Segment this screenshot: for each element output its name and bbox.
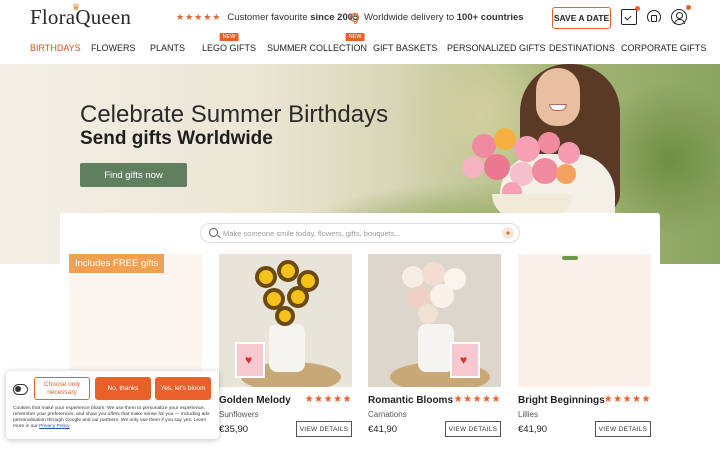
hero-title: Celebrate Summer Birthdays bbox=[80, 101, 389, 128]
nav-destinations[interactable]: DESTINATIONS bbox=[549, 43, 615, 53]
search-bar[interactable]: ✦ bbox=[200, 223, 520, 243]
product-vase bbox=[418, 324, 454, 372]
nav-corporate-gifts[interactable]: CORPORATE GIFTS bbox=[621, 43, 706, 53]
nav-summer-collection[interactable]: SUMMER COLLECTION NEW bbox=[267, 33, 367, 53]
nav-birthdays[interactable]: BIRTHDAYS bbox=[30, 43, 81, 53]
product-price: €41,90 bbox=[518, 424, 548, 435]
sparkle-icon[interactable]: ✦ bbox=[502, 227, 514, 239]
view-details-button[interactable]: VIEW DETAILS bbox=[296, 421, 352, 437]
product-name[interactable]: Bright Beginnings bbox=[518, 395, 605, 406]
delivery-info: Worldwide delivery to 100+ countries bbox=[350, 12, 524, 24]
globe-icon bbox=[350, 13, 359, 24]
necessary-only-button[interactable]: Choose only necessary bbox=[34, 377, 90, 400]
nav-plants[interactable]: PLANTS bbox=[150, 43, 185, 53]
product-card[interactable]: Romantic Blooms ★★★★★ Carnations €41,90 … bbox=[368, 254, 501, 437]
new-badge: NEW bbox=[219, 33, 239, 41]
product-name[interactable]: Romantic Blooms bbox=[368, 395, 453, 406]
product-price: €41,90 bbox=[368, 424, 398, 435]
delivery-text: Worldwide delivery to 100+ countries bbox=[364, 12, 524, 23]
nav-personalized-gifts[interactable]: PERSONALIZED GIFTS bbox=[447, 43, 546, 53]
find-gifts-button[interactable]: Find gifts now bbox=[80, 163, 187, 187]
notification-dot bbox=[635, 6, 640, 11]
product-image[interactable] bbox=[518, 254, 651, 387]
cookie-text: Cookies that make your experience bloom.… bbox=[13, 406, 210, 429]
save-a-date-button[interactable]: SAVE A DATE bbox=[552, 7, 611, 29]
product-card[interactable]: Golden Melody ★★★★★ Sunflowers €35,90 VI… bbox=[219, 254, 352, 437]
crown-icon: ♛ bbox=[72, 2, 81, 12]
reject-cookies-button[interactable]: No, thanks bbox=[95, 377, 151, 400]
cookie-banner: Choose only necessary No, thanks Yes, le… bbox=[6, 371, 219, 439]
tagline: ★★★★★ Customer favourite since 2005 bbox=[176, 12, 358, 23]
product-vase bbox=[269, 324, 305, 372]
main-nav: BIRTHDAYS FLOWERS PLANTS LEGO GIFTS NEW S… bbox=[0, 33, 720, 60]
product-category: Carnations bbox=[368, 410, 407, 419]
free-gifts-badge: Includes FREE gifts bbox=[69, 254, 165, 273]
product-price: €35,90 bbox=[219, 424, 249, 435]
product-image[interactable] bbox=[368, 254, 501, 387]
greeting-card bbox=[235, 342, 265, 378]
hero-subtitle: Send gifts Worldwide bbox=[80, 128, 273, 149]
nav-gift-baskets[interactable]: GIFT BASKETS bbox=[373, 43, 437, 53]
logo[interactable]: ♛ FloraQueen bbox=[30, 2, 132, 30]
view-details-button[interactable]: VIEW DETAILS bbox=[445, 421, 501, 437]
headset-icon[interactable] bbox=[646, 9, 662, 25]
notification-dot bbox=[686, 5, 691, 10]
brand-name: FloraQueen bbox=[30, 5, 132, 29]
tagline-text: Customer favourite since 2005 bbox=[227, 12, 359, 23]
cookie-toggle-icon bbox=[13, 384, 28, 395]
product-image[interactable] bbox=[219, 254, 352, 387]
product-card[interactable]: Bright Beginnings ★★★★★ Lillies €41,90 V… bbox=[518, 254, 651, 437]
product-category: Sunflowers bbox=[219, 410, 259, 419]
product-category: Lillies bbox=[518, 410, 539, 419]
top-bar: ♛ FloraQueen ★★★★★ Customer favourite si… bbox=[0, 0, 720, 36]
product-rating: ★★★★★ bbox=[304, 394, 352, 405]
product-rating: ★★★★★ bbox=[453, 394, 501, 405]
product-rating: ★★★★★ bbox=[603, 394, 651, 405]
search-icon bbox=[209, 228, 218, 237]
privacy-policy-link[interactable]: Privacy Policy bbox=[39, 424, 69, 429]
tagline-stars: ★★★★★ bbox=[176, 12, 222, 22]
calendar-check-icon[interactable] bbox=[621, 6, 640, 25]
nav-lego-gifts[interactable]: LEGO GIFTS NEW bbox=[202, 33, 256, 53]
greeting-card bbox=[450, 342, 480, 378]
hero-woman-face bbox=[536, 68, 580, 126]
search-input[interactable] bbox=[223, 226, 493, 240]
page: ♛ FloraQueen ★★★★★ Customer favourite si… bbox=[0, 0, 720, 450]
product-name[interactable]: Golden Melody bbox=[219, 395, 291, 406]
view-details-button[interactable]: VIEW DETAILS bbox=[595, 421, 651, 437]
account-icon[interactable] bbox=[671, 5, 691, 25]
new-badge: NEW bbox=[345, 33, 365, 41]
accept-cookies-button[interactable]: Yes, let's bloom bbox=[155, 377, 211, 400]
nav-flowers[interactable]: FLOWERS bbox=[91, 43, 136, 53]
